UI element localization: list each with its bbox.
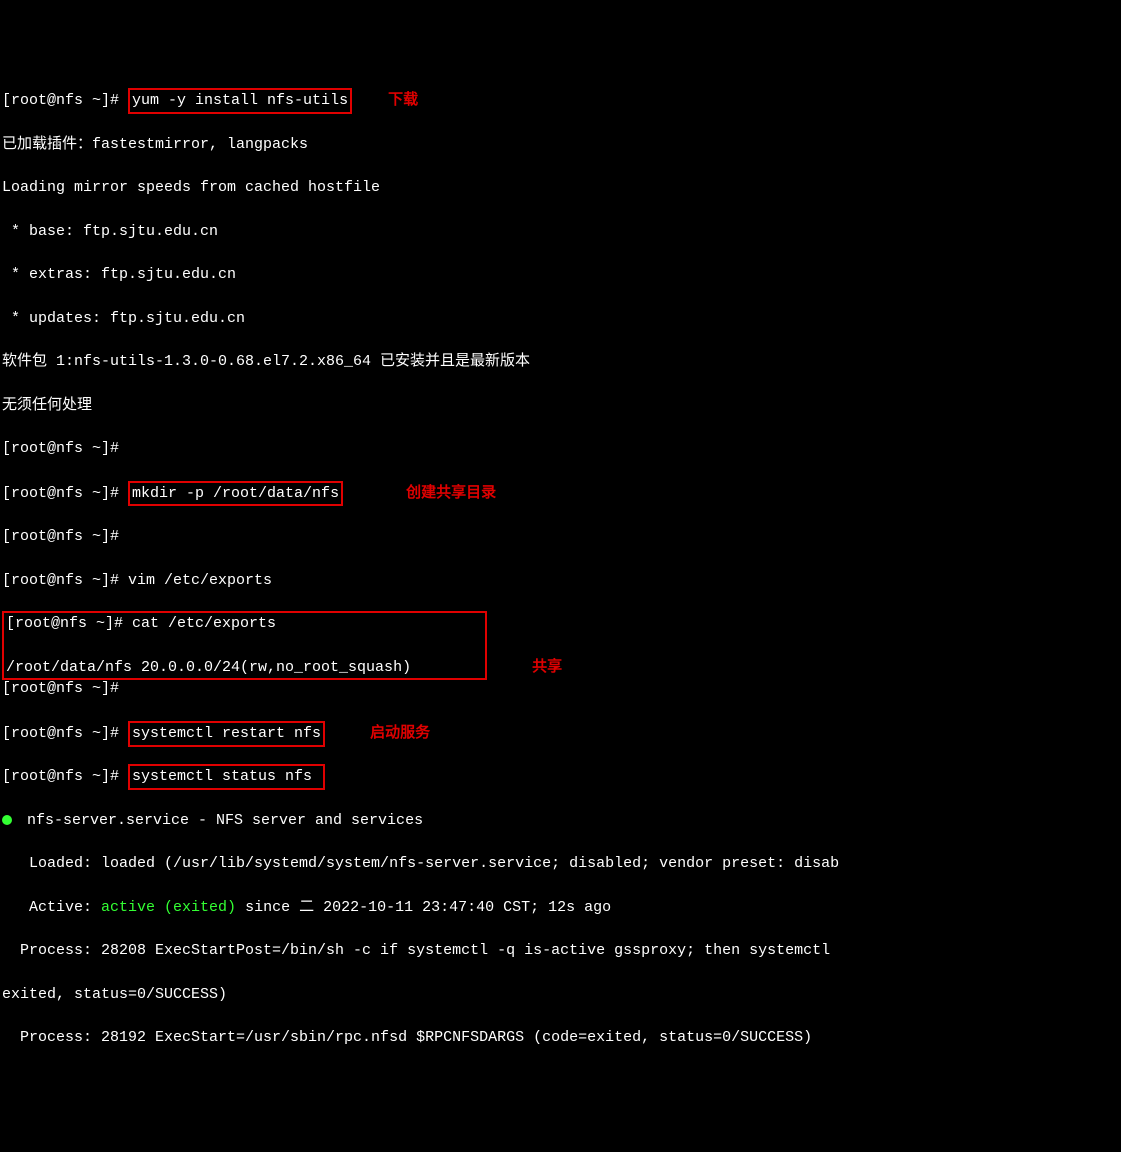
highlight-box-yum: yum -y install nfs-utils	[128, 88, 352, 114]
service-process: exited, status=0/SUCCESS)	[2, 984, 1119, 1006]
service-active: Active: active (exited) since 二 2022-10-…	[2, 897, 1119, 919]
terminal-line: [root@nfs ~]# vim /etc/exports	[2, 570, 1119, 592]
terminal-output: 已加载插件：fastestmirror, langpacks	[2, 134, 1119, 156]
cmd-text: systemctl status nfs	[132, 768, 312, 785]
terminal-output: /root/data/nfs 20.0.0.0/24(rw,no_root_sq…	[6, 657, 483, 679]
active-status: active (exited)	[101, 899, 236, 916]
cmd-text: cat /etc/exports	[132, 615, 276, 632]
terminal-line: [root@nfs ~]# systemctl restart nfs 启动服务	[2, 722, 1119, 745]
status-dot-icon	[2, 815, 12, 825]
prompt: [root@nfs ~]#	[6, 615, 132, 632]
highlight-box-status: systemctl status nfs	[128, 764, 325, 790]
annotation-create-dir: 创建共享目录	[406, 482, 496, 504]
service-loaded: Loaded: loaded (/usr/lib/systemd/system/…	[2, 853, 1119, 875]
cmd-text: vim /etc/exports	[128, 572, 272, 589]
annotation-download: 下载	[388, 89, 418, 111]
prompt: [root@nfs ~]#	[2, 528, 128, 545]
service-process: Process: 28192 ExecStart=/usr/sbin/rpc.n…	[2, 1027, 1119, 1049]
prompt: [root@nfs ~]#	[2, 440, 128, 457]
prompt: [root@nfs ~]#	[2, 572, 128, 589]
terminal-output: 软件包 1:nfs-utils-1.3.0-0.68.el7.2.x86_64 …	[2, 351, 1119, 373]
prompt: [root@nfs ~]#	[2, 725, 128, 742]
terminal-line: [root@nfs ~]# cat /etc/exports	[6, 613, 483, 635]
highlight-box-restart: systemctl restart nfs	[128, 721, 325, 747]
cmd-text: mkdir -p /root/data/nfs	[132, 485, 339, 502]
service-process: Process: 28208 ExecStartPost=/bin/sh -c …	[2, 940, 1119, 962]
prompt: [root@nfs ~]#	[2, 768, 128, 785]
prompt: [root@nfs ~]#	[2, 92, 128, 109]
service-header: nfs-server.service - NFS server and serv…	[2, 810, 1119, 832]
annotation-share: 共享	[532, 656, 562, 678]
terminal-output: * extras: ftp.sjtu.edu.cn	[2, 264, 1119, 286]
annotation-start-service: 启动服务	[370, 722, 430, 744]
terminal-line: [root@nfs ~]# mkdir -p /root/data/nfs 创建…	[2, 482, 1119, 505]
prompt: [root@nfs ~]#	[2, 485, 128, 502]
prompt: [root@nfs ~]#	[2, 680, 128, 697]
terminal-output: Loading mirror speeds from cached hostfi…	[2, 177, 1119, 199]
terminal-line: [root@nfs ~]# yum -y install nfs-utils 下…	[2, 89, 1119, 112]
terminal-output: * base: ftp.sjtu.edu.cn	[2, 221, 1119, 243]
terminal-line: [root@nfs ~]#	[2, 526, 1119, 548]
terminal-line: [root@nfs ~]#	[2, 678, 1119, 700]
highlight-box-cat: [root@nfs ~]# cat /etc/exports /root/dat…	[2, 611, 487, 680]
terminal-line: [root@nfs ~]#	[2, 438, 1119, 460]
cmd-text: systemctl restart nfs	[132, 725, 321, 742]
terminal-line: [root@nfs ~]# systemctl status nfs	[2, 766, 1119, 788]
terminal-output: * updates: ftp.sjtu.edu.cn	[2, 308, 1119, 330]
terminal-output: 无须任何处理	[2, 395, 1119, 417]
cmd-text: yum -y install nfs-utils	[132, 92, 348, 109]
highlight-box-mkdir: mkdir -p /root/data/nfs	[128, 481, 343, 507]
